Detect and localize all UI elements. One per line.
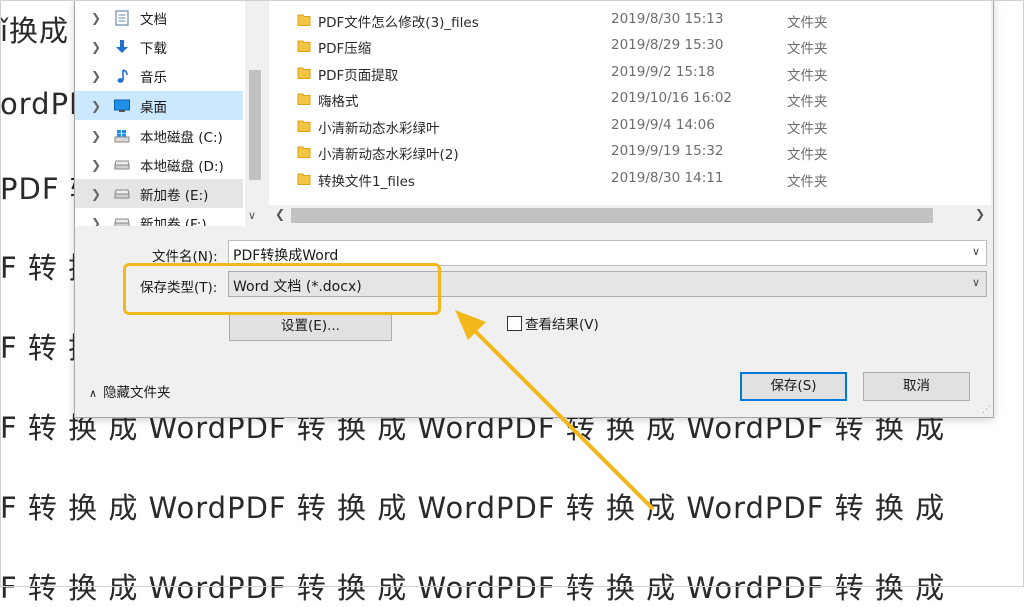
document-text-line: F 转 换 成 WordPDF 转 换 成 WordPDF 转 换 成 Word… [0,491,946,525]
chevron-right-icon[interactable]: ❯ [91,11,105,25]
horizontal-scrollbar[interactable]: ❮ ❯ [269,205,991,226]
nav-item-desktop[interactable]: ❯ 桌面 [75,91,243,120]
save-button[interactable]: 保存(S) [740,372,847,401]
folder-icon [297,120,311,132]
folder-icon [297,93,311,105]
nav-item-drive-d[interactable]: ❯ 本地磁盘 (D:) [75,150,243,179]
chevron-right-icon[interactable]: ❯ [91,187,105,201]
resize-grip-icon[interactable]: ⋰ [982,405,991,415]
file-name: 小清新动态水彩绿叶(2) [318,147,459,163]
chevron-right-icon[interactable]: ❯ [91,129,105,143]
chevron-right-icon[interactable]: ❯ [91,216,105,227]
file-type: 文件夹 [787,15,828,31]
file-date: 2019/8/30 15:13 [611,11,724,27]
file-type: 文件夹 [787,94,828,110]
nav-item-drive-e[interactable]: ❯ 新加卷 (E:) [75,179,243,208]
file-row[interactable]: PDF文件怎么修改(3)_files 2019/8/30 15:13 文件夹 [269,7,991,33]
file-name: 转换文件1_files [318,174,415,190]
file-type: 文件夹 [787,147,828,163]
file-list: PDF文件怎么修改(3)_files 2019/8/30 15:13 文件夹 P… [269,0,991,226]
chevron-right-icon[interactable]: ❯ [91,158,105,172]
nav-item-downloads[interactable]: ❯ 下载 [75,32,243,61]
file-row[interactable]: PDF压缩 2019/8/29 15:30 文件夹 [269,33,991,59]
hide-folders-toggle[interactable]: ∧ 隐藏文件夹 [89,381,171,401]
desktop-icon [113,98,131,114]
windows-drive-icon [113,128,131,144]
chevron-right-icon[interactable]: ❯ [91,40,105,54]
download-icon [113,39,131,55]
nav-item-drive-f[interactable]: ❯ 新加卷 (F:) [75,208,243,226]
file-type: 文件夹 [787,121,828,137]
drive-icon [113,157,131,173]
scrollbar-thumb[interactable] [291,208,933,223]
file-name: PDF页面提取 [318,68,399,84]
chevron-down-icon[interactable]: ∨ [248,209,256,222]
nav-item-documents[interactable]: ❯ 文档 [75,3,243,32]
filename-value: PDF转换成Word [233,248,339,264]
nav-item-music[interactable]: ❯ 音乐 [75,61,243,90]
filename-label: 文件名(N): [152,249,218,265]
document-text-line: F 转 换 成 WordPDF 转 换 成 WordPDF 转 换 成 Word… [0,571,946,605]
chevron-down-icon[interactable]: ∨ [972,245,980,258]
chevron-left-icon[interactable]: ❮ [275,207,285,221]
chevron-down-icon[interactable]: ∨ [972,276,980,289]
file-name: PDF压缩 [318,41,372,57]
nav-item-drive-c[interactable]: ❯ 本地磁盘 (C:) [75,121,243,150]
file-date: 2019/9/4 14:06 [611,117,715,133]
hide-folders-label: 隐藏文件夹 [103,385,171,401]
drive-icon [113,215,131,226]
file-row[interactable]: 转换文件1_files 2019/8/30 14:11 文件夹 [269,166,991,192]
file-row[interactable]: 小清新动态水彩绿叶 2019/9/4 14:06 文件夹 [269,113,991,139]
nav-item-label: 本地磁盘 (D:) [140,158,224,175]
file-row[interactable]: 小清新动态水彩绿叶(2) 2019/9/19 15:32 文件夹 [269,139,991,165]
chevron-right-icon[interactable]: ❯ [91,99,105,113]
highlight-box [123,263,441,315]
view-results-label[interactable]: 查看结果(V) [525,313,599,333]
nav-item-label: 新加卷 (E:) [140,187,209,204]
file-date: 2019/9/2 15:18 [611,64,715,80]
file-row[interactable]: PDF页面提取 2019/9/2 15:18 文件夹 [269,60,991,86]
file-date: 2019/8/29 15:30 [611,37,724,53]
file-date: 2019/9/19 15:32 [611,143,724,159]
nav-item-label: 下载 [140,40,167,57]
file-type: 文件夹 [787,68,828,84]
save-as-dialog: ❯ 文档 ❯ 下载 ❯ 音乐 ❯ 桌面 ❯ 本地磁盘 (C:) ❯ 本地磁盘 (… [74,0,994,418]
drive-icon [113,186,131,202]
file-date: 2019/8/30 14:11 [611,170,724,186]
scrollbar-thumb[interactable] [249,70,261,180]
chevron-right-icon[interactable]: ❯ [975,207,985,221]
nav-item-label: 文档 [140,11,167,28]
document-icon [113,9,131,26]
folder-icon [297,14,311,26]
file-type: 文件夹 [787,41,828,57]
file-type: 文件夹 [787,174,828,190]
cancel-button[interactable]: 取消 [863,372,970,401]
file-date: 2019/10/16 16:02 [611,90,733,106]
nav-item-label: 音乐 [140,69,167,86]
nav-scrollbar[interactable]: ∨ [245,0,265,226]
chevron-up-icon: ∧ [89,387,98,400]
folder-icon [297,173,311,185]
folder-icon [297,146,311,158]
view-results-checkbox[interactable] [507,316,522,331]
file-name: 嗨格式 [318,94,359,110]
nav-item-label: 本地磁盘 (C:) [140,129,223,146]
folder-icon [297,67,311,79]
folder-icon [297,40,311,52]
nav-item-label: 新加卷 (F:) [140,216,207,227]
navigation-pane: ❯ 文档 ❯ 下载 ❯ 音乐 ❯ 桌面 ❯ 本地磁盘 (C:) ❯ 本地磁盘 (… [75,0,265,226]
chevron-right-icon[interactable]: ❯ [91,69,105,83]
settings-button[interactable]: 设置(E)... [229,312,392,341]
file-row[interactable]: 嗨格式 2019/10/16 16:02 文件夹 [269,86,991,112]
file-name: 小清新动态水彩绿叶 [318,121,440,137]
nav-item-label: 桌面 [140,99,167,116]
music-icon [113,68,131,84]
file-name: PDF文件怎么修改(3)_files [318,15,479,31]
